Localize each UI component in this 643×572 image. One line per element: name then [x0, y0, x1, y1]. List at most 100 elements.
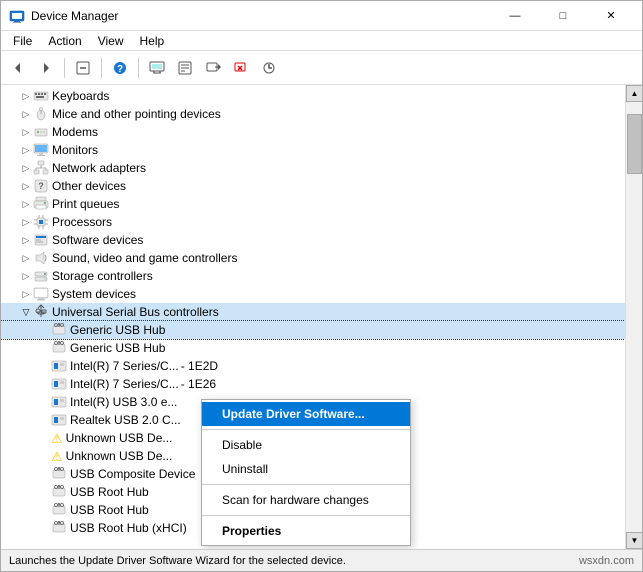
context-menu-disable[interactable]: Disable [202, 433, 410, 457]
app-icon [9, 8, 25, 24]
menu-view[interactable]: View [90, 32, 132, 50]
tree-item-label: Network adapters [52, 161, 146, 175]
tree-item-monitors[interactable]: ▷ Monitors [1, 141, 625, 159]
tree-item-sound[interactable]: ▷ Sound, video and game controllers [1, 249, 625, 267]
network-icon [33, 160, 49, 176]
tree-item-other[interactable]: ▷ ? Other devices [1, 177, 625, 195]
toolbar-sep-1 [64, 58, 65, 78]
tree-item-network[interactable]: ▷ Network adapters [1, 159, 625, 177]
properties-button[interactable] [172, 55, 198, 81]
scan-changes-button[interactable] [256, 55, 282, 81]
help-button[interactable]: ? [107, 55, 133, 81]
expand-icon [37, 395, 51, 409]
usb-hub-icon [51, 502, 67, 518]
tree-item-label: Storage controllers [52, 269, 153, 283]
tree-item-system[interactable]: ▷ System devices [1, 285, 625, 303]
tree-item-usb-controllers[interactable]: ▽ Universal Serial Bus controllers [1, 303, 625, 321]
uninstall-button[interactable] [228, 55, 254, 81]
main-content: ▷ Keyboards ▷ Mice [1, 85, 642, 549]
menu-action[interactable]: Action [40, 32, 89, 50]
back-button[interactable] [5, 55, 31, 81]
expand-icon [37, 449, 51, 463]
tree-item-label: Processors [52, 215, 112, 229]
expand-icon: ▷ [19, 269, 33, 283]
tree-item-label: Unknown USB De... [66, 449, 173, 463]
expand-icon [37, 503, 51, 517]
expand-icon: ▷ [19, 215, 33, 229]
collapse-button[interactable] [70, 55, 96, 81]
expand-icon [37, 323, 51, 337]
usb-hub-icon [51, 340, 67, 356]
tree-item-label: Software devices [52, 233, 143, 247]
sound-icon [33, 250, 49, 266]
tree-item-label: Unknown USB De... [66, 431, 173, 445]
tree-item-intel-usb-2[interactable]: Intel(R) 7 Series/C... - 1E26 [1, 375, 625, 393]
usb-icon [33, 304, 49, 320]
titlebar-left: Device Manager [9, 8, 118, 24]
expand-icon [37, 377, 51, 391]
scroll-thumb[interactable] [627, 114, 642, 174]
expand-icon: ▷ [19, 179, 33, 193]
close-button[interactable]: ✕ [588, 1, 634, 31]
forward-button[interactable] [33, 55, 59, 81]
tree-item-label: Modems [52, 125, 98, 139]
svg-text:?: ? [117, 64, 123, 75]
expand-icon: ▷ [19, 197, 33, 211]
expand-icon [37, 485, 51, 499]
tree-item-label: Intel(R) USB 3.0 e... [70, 395, 177, 409]
toolbar: ? [1, 51, 642, 85]
usb-hub-icon [51, 484, 67, 500]
usb-ctrl-icon [51, 394, 67, 410]
tree-item-software[interactable]: ▷ Software devices [1, 231, 625, 249]
modem-icon [33, 124, 49, 140]
storage-icon [33, 268, 49, 284]
usb-ctrl-icon [51, 358, 67, 374]
menu-help[interactable]: Help [132, 32, 173, 50]
expand-icon [37, 359, 51, 373]
tree-item-generic-usb-2[interactable]: Generic USB Hub [1, 339, 625, 357]
usb-hub-icon [51, 520, 67, 536]
tree-item-label: USB Root Hub [70, 503, 149, 517]
scroll-up-button[interactable]: ▲ [626, 85, 642, 102]
update-driver-button[interactable] [200, 55, 226, 81]
other-icon: ? [33, 178, 49, 194]
tree-item-label: Generic USB Hub [70, 341, 165, 355]
scrollbar[interactable]: ▲ ▼ [625, 85, 642, 549]
tree-item-generic-usb-1[interactable]: Generic USB Hub [1, 321, 625, 339]
tree-item-modems[interactable]: ▷ Modems [1, 123, 625, 141]
menu-file[interactable]: File [5, 32, 40, 50]
context-menu-properties[interactable]: Properties [202, 519, 410, 543]
tree-item-label: USB Root Hub (xHCI) [70, 521, 187, 535]
maximize-button[interactable]: □ [540, 1, 586, 31]
context-menu-update-driver[interactable]: Update Driver Software... [202, 402, 410, 426]
tree-item-storage[interactable]: ▷ Storage controllers [1, 267, 625, 285]
tree-item-label: Universal Serial Bus controllers [52, 305, 219, 319]
expand-icon: ▷ [19, 89, 33, 103]
mouse-icon [33, 106, 49, 122]
tree-item-keyboards[interactable]: ▷ Keyboards [1, 87, 625, 105]
status-right: wsxdn.com [579, 555, 634, 567]
minimize-button[interactable]: — [492, 1, 538, 31]
processor-icon [33, 214, 49, 230]
toolbar-sep-2 [101, 58, 102, 78]
printer-icon [33, 196, 49, 212]
context-menu-uninstall[interactable]: Uninstall [202, 457, 410, 481]
window-title: Device Manager [31, 9, 118, 23]
device-tree[interactable]: ▷ Keyboards ▷ Mice [1, 85, 625, 549]
context-menu-sep-1 [202, 429, 410, 430]
expand-icon: ▷ [19, 107, 33, 121]
tree-item-print[interactable]: ▷ Print queues [1, 195, 625, 213]
context-menu-scan[interactable]: Scan for hardware changes [202, 488, 410, 512]
expand-icon [37, 341, 51, 355]
tree-item-processors[interactable]: ▷ Processors [1, 213, 625, 231]
tree-item-mice[interactable]: ▷ Mice and other pointing devices [1, 105, 625, 123]
tree-item-label: Intel(R) 7 Series/C... [70, 359, 179, 373]
tree-item-intel-usb-1[interactable]: Intel(R) 7 Series/C... - 1E2D [1, 357, 625, 375]
usb-hub-icon [51, 322, 67, 338]
scroll-down-button[interactable]: ▼ [626, 532, 642, 549]
computer-button[interactable] [144, 55, 170, 81]
expand-icon: ▷ [19, 125, 33, 139]
tree-item-label: USB Root Hub [70, 485, 149, 499]
expand-icon: ▽ [19, 305, 33, 319]
warn-icon: ⚠ [51, 450, 63, 463]
